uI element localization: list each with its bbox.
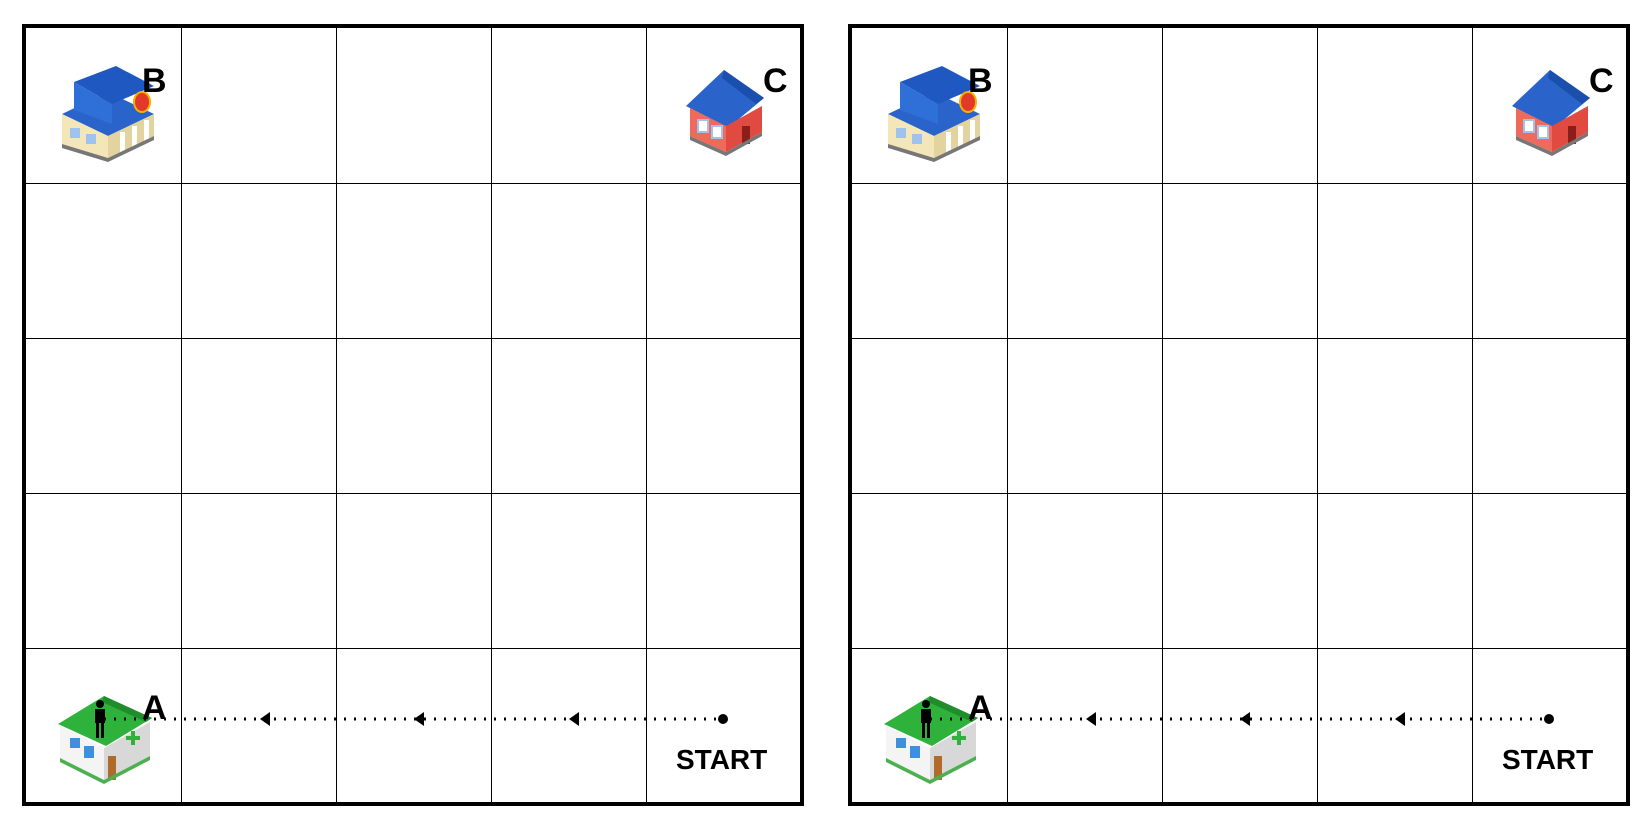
marker-label-b: B <box>968 62 993 100</box>
grid-line <box>26 493 800 494</box>
grid-line <box>852 493 1626 494</box>
grid-line <box>491 28 492 802</box>
grid-line <box>336 28 337 802</box>
grid-line <box>26 338 800 339</box>
grid-line <box>181 28 182 802</box>
grid-line <box>26 183 800 184</box>
grid-line <box>646 28 647 802</box>
grid-line <box>852 183 1626 184</box>
map-grid-right: B C A START <box>848 24 1630 806</box>
marker-label-a: A <box>968 689 993 727</box>
start-label: START <box>676 744 768 775</box>
map-grid-left: B C A START <box>22 24 804 806</box>
grid-line <box>852 648 1626 649</box>
grid-line <box>1162 28 1163 802</box>
person-icon <box>921 700 931 738</box>
grid-line <box>852 338 1626 339</box>
marker-label-c: C <box>1589 62 1614 100</box>
person-icon <box>95 700 105 738</box>
marker-label-a: A <box>142 689 167 727</box>
grid-line <box>26 648 800 649</box>
grid-line <box>1472 28 1473 802</box>
grid-line <box>1317 28 1318 802</box>
marker-label-c: C <box>763 62 788 100</box>
marker-label-b: B <box>142 62 167 100</box>
start-label: START <box>1502 744 1594 775</box>
house-icon <box>686 70 764 156</box>
grid-line <box>1007 28 1008 802</box>
house-icon <box>1512 70 1590 156</box>
